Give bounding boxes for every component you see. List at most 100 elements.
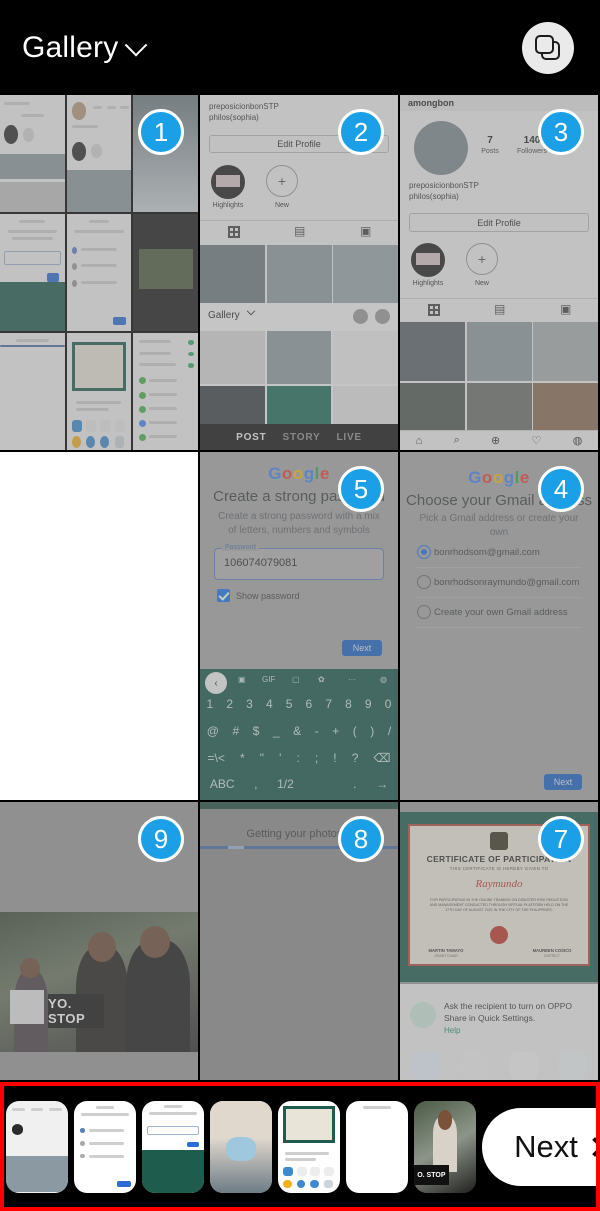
filmstrip-thumbnail[interactable] [74,1100,136,1193]
add-post-icon[interactable]: ⊕ [491,434,500,447]
new-highlight-button[interactable]: + [466,243,498,275]
grid-item-8[interactable]: Getting your photos... 8 [200,802,400,1082]
keyboard-back-icon[interactable]: ‹ [205,672,227,694]
capture-mode-bar: POST STORY LIVE [200,424,398,450]
more-icon[interactable]: ··· [348,675,356,684]
keyboard-row-symbols[interactable]: @ # $ _ & - +() / [200,724,398,738]
tagged-tab-icon[interactable]: ▣ [360,224,371,238]
mic-icon[interactable]: ◍ [380,675,387,684]
next-button[interactable]: Next [482,1107,596,1186]
grid-item-4[interactable]: Google Choose your Gmail address Pick a … [400,452,600,802]
show-password-checkbox[interactable] [217,589,230,602]
new-label: New [474,280,489,287]
gallery-picker: Gallery POST STORY LIVE [200,303,398,450]
certificate-name: Raymundo [475,878,523,890]
google-logo: Google [468,468,530,487]
selection-badge[interactable]: 9 [138,816,184,862]
gif-icon[interactable]: GIF [262,675,275,684]
profile-icon[interactable]: ◍ [573,434,583,447]
collage-tile [0,333,65,450]
selection-badge[interactable]: 8 [338,816,384,862]
grid-tab-icon[interactable] [228,226,240,238]
password-value: 106074079081 [224,557,298,569]
posts-count: 7 [487,135,493,146]
grid-item-5[interactable]: Google Create a strong password Create a… [200,452,400,802]
collage-tile [133,214,198,331]
highlight-cover[interactable] [411,243,445,277]
chevron-down-icon[interactable] [246,306,256,316]
grid-item-3[interactable]: amongbon 7 Posts 140 Followers preposici… [400,95,600,452]
camera-icon[interactable] [375,309,390,324]
selection-badge[interactable]: 5 [338,466,384,512]
maps-app-icon[interactable] [460,1052,489,1080]
next-button[interactable]: Next [544,774,582,790]
filmstrip-thumbnail[interactable] [6,1100,68,1193]
selection-badge[interactable]: 3 [538,109,584,155]
multiselect-button[interactable] [522,21,574,74]
grid-tab-icon[interactable] [428,304,440,316]
reels-tab-icon[interactable]: ▤ [494,302,505,316]
grid-item-9[interactable]: YO. STOP 9 [0,802,200,1082]
protest-sign: YO. STOP [48,994,104,1028]
filmstrip-thumbnail[interactable] [210,1100,272,1193]
highlights-label: Highlights [412,280,444,287]
profile-username: amongbon [408,98,454,108]
messenger-app-icon[interactable] [559,1052,588,1080]
certificate-signatory-left: MARTIN TAMAYO [428,948,464,953]
search-icon[interactable]: ⌕ [454,434,460,447]
profile-bio: preposicionbonSTP philos(sophia) [409,181,479,201]
selection-badge[interactable]: 7 [538,816,584,862]
gmail-option-radio[interactable] [417,545,431,559]
reels-tab-icon[interactable]: ▤ [294,224,305,238]
profile-tabs: ▤ ▣ [400,298,598,320]
sticker-icon[interactable]: ▣ [238,675,246,684]
avatar[interactable] [414,121,468,175]
keyboard-row-bottom[interactable]: ABC, 1/2 . → [200,777,398,791]
gallery-picker-title[interactable]: Gallery [208,310,240,321]
next-button[interactable]: Next [342,640,382,656]
chevron-down-icon[interactable] [125,33,148,56]
bluetooth-app-icon[interactable] [410,1052,439,1080]
gallery-multiselect-screen: Gallery 1 preposicionbonSTP philos(sophi… [0,0,600,1211]
gmail-option-label: bonrhodsonraymundo@gmail.com [434,577,580,588]
gmail-option-radio[interactable] [417,605,431,619]
grid-item-2[interactable]: preposicionbonSTP philos(sophia) Edit Pr… [200,95,400,452]
settings-icon[interactable]: ✿ [318,675,325,684]
selection-badge[interactable]: 4 [538,466,584,512]
home-icon[interactable]: ⌂ [416,435,423,447]
selection-badge[interactable]: 1 [138,109,184,155]
next-button-label: Next [514,1128,578,1164]
grid-item-blank[interactable] [0,452,200,802]
activity-icon[interactable]: ♡ [532,434,542,447]
grid-item-7[interactable]: CERTIFICATE OF PARTICIPATION THIS CERTIF… [400,802,600,1082]
edit-profile-button[interactable]: Edit Profile [409,213,589,232]
share-help-link[interactable]: Help [444,1026,460,1035]
mode-live[interactable]: LIVE [336,432,361,443]
new-highlight-button[interactable]: + [266,165,298,197]
filmstrip-thumbnail[interactable]: O. STOP [414,1100,476,1193]
grid-item-1[interactable]: 1 [0,95,200,452]
clipboard-icon[interactable]: ▢ [292,675,300,684]
keyboard-row-symbols2[interactable]: =\< * " ':;!? ⌫ [200,751,398,765]
selection-badge[interactable]: 2 [338,109,384,155]
gallery-source-selector[interactable]: Gallery [22,31,148,65]
filmstrip-thumbnail[interactable] [142,1100,204,1193]
multi-select-icon[interactable] [353,309,368,324]
keyboard-row-numbers[interactable]: 1234567890 [200,697,398,711]
filmstrip-thumbnail[interactable] [346,1100,408,1193]
chevron-right-icon [584,1136,596,1157]
mode-post[interactable]: POST [236,432,266,443]
bottom-nav: ⌂ ⌕ ⊕ ♡ ◍ [400,430,598,450]
gmail-app-icon[interactable] [509,1052,538,1080]
certificate-body: FOR PARTICIPATING IN THE ONLINE TRAINING… [429,898,569,912]
highlight-cover[interactable] [211,165,245,199]
posts-label: Posts [481,148,499,155]
gmail-option-radio[interactable] [417,575,431,589]
thumbnail-grid: 1 preposicionbonSTP philos(sophia) Edit … [0,95,600,1082]
filmstrip-thumbnail[interactable] [278,1100,340,1193]
certificate-signatory-left-sub: GRANT CHAIR [434,954,458,958]
app-header: Gallery [0,0,600,95]
mode-story[interactable]: STORY [283,432,321,443]
tagged-tab-icon[interactable]: ▣ [560,302,571,316]
new-label: New [274,202,289,209]
